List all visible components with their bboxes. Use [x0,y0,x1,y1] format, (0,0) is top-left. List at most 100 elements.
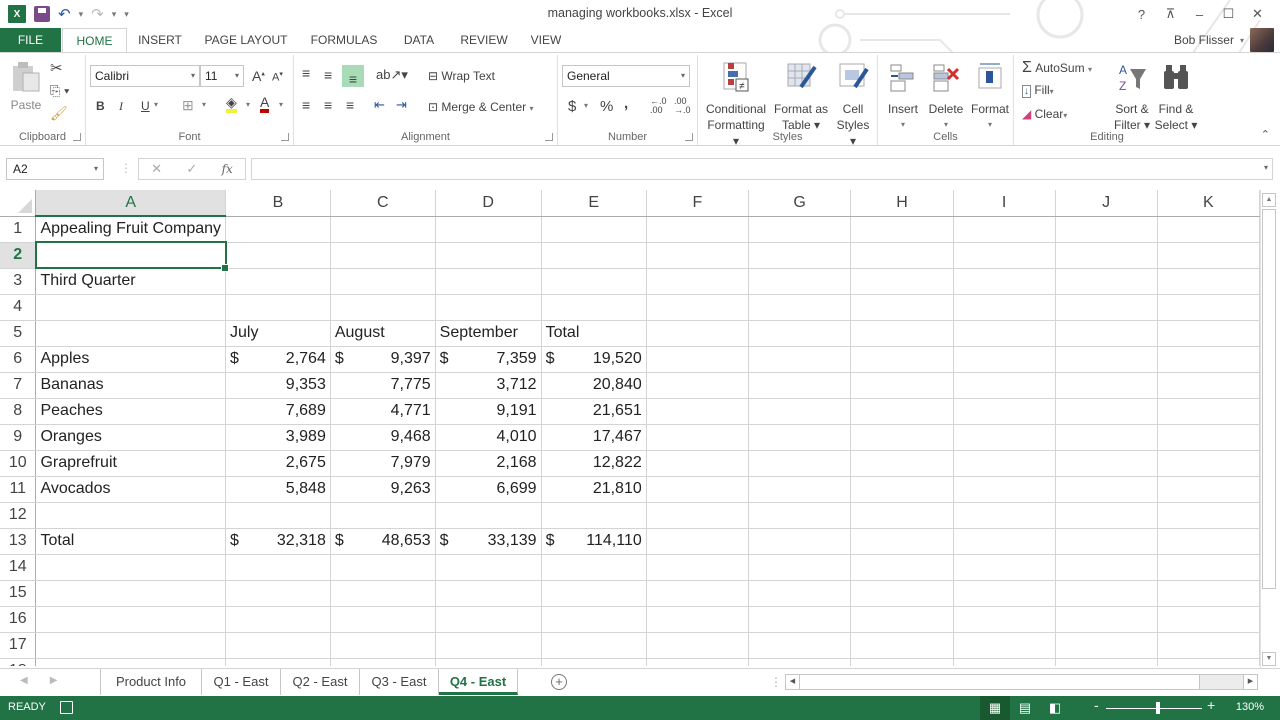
cell-c10[interactable]: 7,979 [330,450,436,477]
cell-h5[interactable] [850,320,954,347]
zoom-track[interactable] [1106,708,1202,709]
prev-sheet-icon[interactable]: ◀ [20,675,28,686]
cell-b5[interactable]: July [225,320,331,347]
merge-center-button[interactable]: ⊡ Merge & Center ▾ [428,100,533,114]
cell-a11[interactable]: Avocados [35,476,227,503]
collapse-ribbon-icon[interactable]: ⌃ [1261,128,1270,141]
sort-filter-button[interactable]: AZ Sort & Filter ▾ [1112,61,1152,133]
cell-b11[interactable]: 5,848 [225,476,331,503]
cell-c5[interactable]: August [330,320,436,347]
cell-i5[interactable] [953,320,1056,347]
shrink-font-button[interactable]: A▾ [272,70,283,84]
cell-d14[interactable] [435,554,542,581]
cell-g14[interactable] [748,554,852,581]
row-header-6[interactable]: 6 [0,346,37,373]
minimize-icon[interactable]: – [1185,2,1214,26]
cell-a16[interactable] [35,606,227,633]
row-header-9[interactable]: 9 [0,424,37,451]
font-size-dropdown[interactable]: 11 ▾ [200,65,244,87]
cell-d2[interactable] [435,242,542,269]
cell-h14[interactable] [850,554,954,581]
close-icon[interactable]: ✕ [1243,2,1272,26]
cell-d8[interactable]: 9,191 [435,398,542,425]
cell-d5[interactable]: September [435,320,542,347]
cell-f12[interactable] [646,502,749,529]
cell-j18[interactable] [1055,658,1158,666]
cell-f6[interactable] [646,346,749,373]
cell-i12[interactable] [953,502,1056,529]
column-header-c[interactable]: C [330,190,436,217]
cell-g15[interactable] [748,580,852,607]
formula-bar-splitter[interactable]: ⋮ [120,161,132,175]
cell-c7[interactable]: 7,775 [330,372,436,399]
cell-a6[interactable]: Apples [35,346,227,373]
cell-e15[interactable] [541,580,647,607]
cell-c14[interactable] [330,554,436,581]
borders-dropdown-icon[interactable]: ▾ [202,100,206,109]
cell-j17[interactable] [1055,632,1158,659]
cell-f3[interactable] [646,268,749,295]
cell-b6[interactable]: $2,764 [225,346,331,373]
cell-a1[interactable]: Appealing Fruit Company [35,216,227,243]
cell-h9[interactable] [850,424,954,451]
clear-button[interactable]: ◢ Clear▾ [1022,107,1067,121]
cell-j4[interactable] [1055,294,1158,321]
sheet-tab-q3-east[interactable]: Q3 - East [360,669,439,695]
column-header-h[interactable]: H [850,190,954,217]
cell-g9[interactable] [748,424,852,451]
column-header-f[interactable]: F [646,190,749,217]
row-header-14[interactable]: 14 [0,554,37,581]
cell-g10[interactable] [748,450,852,477]
user-account[interactable]: Bob Flisser ▾ [1174,28,1274,52]
cell-h16[interactable] [850,606,954,633]
cell-a10[interactable]: Graprefruit [35,450,227,477]
row-header-8[interactable]: 8 [0,398,37,425]
worksheet-grid[interactable]: ABCDEFGHIJK 1 Appealing Fruit Company 2 3 Th… [0,190,1260,666]
cell-d4[interactable] [435,294,542,321]
cell-k8[interactable] [1157,398,1260,425]
macro-recording-icon[interactable] [60,701,73,714]
cell-j6[interactable] [1055,346,1158,373]
row-header-12[interactable]: 12 [0,502,37,529]
row-header-5[interactable]: 5 [0,320,37,347]
cell-c16[interactable] [330,606,436,633]
tab-review[interactable]: REVIEW [456,28,512,52]
cell-k16[interactable] [1157,606,1260,633]
cell-j5[interactable] [1055,320,1158,347]
cell-g12[interactable] [748,502,852,529]
cell-h18[interactable] [850,658,954,666]
horizontal-scrollbar[interactable]: ◀ ▶ [785,674,1258,690]
tab-home[interactable]: HOME [62,28,127,53]
cell-c11[interactable]: 9,263 [330,476,436,503]
sheet-tab-product-info[interactable]: Product Info [100,669,202,695]
cell-j8[interactable] [1055,398,1158,425]
fill-color-icon[interactable]: ◈ [226,95,237,113]
cell-k5[interactable] [1157,320,1260,347]
row-header-11[interactable]: 11 [0,476,37,503]
underline-dropdown-icon[interactable]: ▾ [154,100,158,109]
cell-k2[interactable] [1157,242,1260,269]
ribbon-display-options-icon[interactable]: ⊼ [1156,2,1185,26]
cell-b18[interactable] [225,658,331,666]
cell-h2[interactable] [850,242,954,269]
cell-c15[interactable] [330,580,436,607]
cell-k6[interactable] [1157,346,1260,373]
scroll-down-icon[interactable]: ▼ [1262,652,1276,666]
cell-b14[interactable] [225,554,331,581]
cell-b3[interactable] [225,268,331,295]
help-icon[interactable]: ? [1127,2,1156,26]
cell-a14[interactable] [35,554,227,581]
cell-e2[interactable] [541,242,647,269]
name-box[interactable]: A2 ▾ [6,158,104,180]
cell-h6[interactable] [850,346,954,373]
cell-b17[interactable] [225,632,331,659]
cell-b10[interactable]: 2,675 [225,450,331,477]
cell-a13[interactable]: Total [35,528,227,555]
tab-insert[interactable]: INSERT [132,28,188,52]
cell-g5[interactable] [748,320,852,347]
sheet-tab-q4-east[interactable]: Q4 - East [439,669,518,695]
cell-i17[interactable] [953,632,1056,659]
cell-d15[interactable] [435,580,542,607]
align-middle-icon[interactable]: ≡ [324,67,332,83]
zoom-knob[interactable] [1156,702,1160,714]
